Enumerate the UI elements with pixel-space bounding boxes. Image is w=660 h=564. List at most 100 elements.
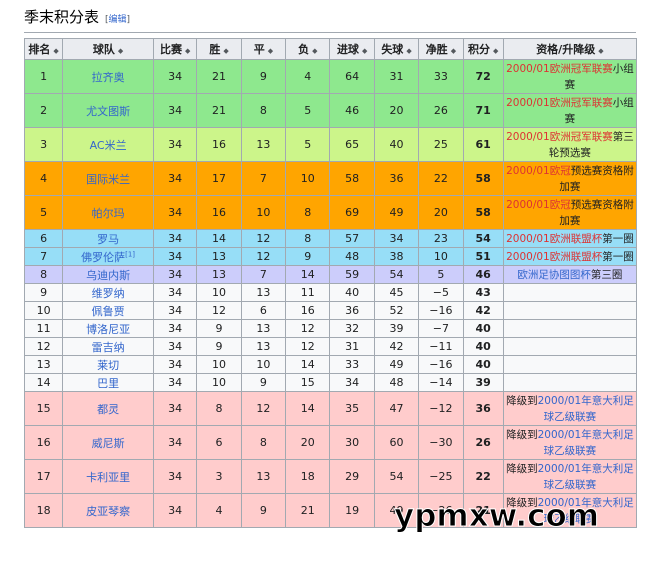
- points-cell: 58: [462, 195, 504, 230]
- team-cell: 佩鲁贾: [62, 301, 154, 320]
- played-cell: 34: [152, 319, 198, 338]
- sort-icon[interactable]: ◆: [268, 47, 273, 55]
- team-link[interactable]: 威尼斯: [92, 437, 125, 450]
- column-header-qualification[interactable]: 资格/升降级 ◆: [502, 38, 638, 60]
- team-link[interactable]: 雷吉纳: [92, 341, 125, 354]
- footnote-link[interactable]: [1]: [125, 250, 135, 258]
- played-cell: 34: [152, 161, 198, 196]
- competition-link[interactable]: 2000/01年意大利足球乙级联赛: [538, 395, 634, 423]
- played-cell: 34: [152, 195, 198, 230]
- table-row: 11 博洛尼亚 34 9 13 12 32 39 −7 40: [23, 319, 638, 338]
- points-cell: 61: [462, 127, 504, 162]
- standings-table: 排名 ◆ 球队 ◆ 比赛 ◆ 胜 ◆ 平 ◆ 负 ◆ 进球 ◆ 失球 ◆ 净胜 ◆ 积分 ◆ 资格/…: [23, 38, 638, 528]
- team-link[interactable]: 国际米兰: [86, 173, 130, 186]
- table-row: 13 莱切 34 10 10 14 33 49 −16 40: [23, 355, 638, 374]
- won-cell: 16: [196, 127, 242, 162]
- goals-for-cell: 31: [329, 337, 375, 356]
- goals-for-cell: 40: [329, 283, 375, 302]
- won-cell: 6: [196, 425, 242, 460]
- rank-cell: 11: [23, 319, 64, 338]
- team-link[interactable]: 博洛尼亚: [86, 323, 130, 336]
- goals-for-cell: 64: [329, 59, 375, 94]
- team-link[interactable]: 维罗纳: [92, 287, 125, 300]
- qualification-prefix: 降级到: [506, 394, 538, 407]
- goal-difference-cell: −5: [418, 283, 464, 302]
- team-link[interactable]: 佩鲁贾: [92, 305, 125, 318]
- won-cell: 13: [196, 247, 242, 266]
- sort-icon[interactable]: ◆: [185, 47, 190, 55]
- team-link[interactable]: AC米兰: [90, 139, 127, 152]
- team-cell: 佛罗伦萨[1]: [62, 247, 154, 266]
- goals-for-cell: 19: [329, 493, 375, 528]
- section-title: 季末积分表: [24, 8, 100, 26]
- goals-against-cell: 54: [373, 265, 420, 284]
- column-header-drawn[interactable]: 平 ◆: [240, 38, 287, 60]
- team-link[interactable]: 皮亚琴察: [86, 505, 130, 518]
- team-link[interactable]: 罗马: [97, 233, 119, 246]
- goals-for-cell: 29: [329, 459, 375, 494]
- goals-for-cell: 59: [329, 265, 375, 284]
- sort-icon[interactable]: ◆: [451, 47, 456, 55]
- team-link[interactable]: 尤文图斯: [86, 105, 130, 118]
- table-body: 1 拉齐奥 34 21 9 4 64 31 33 72 2000/01欧洲冠军联赛小组赛 2 尤文图斯 3…: [23, 59, 638, 528]
- sort-icon[interactable]: ◆: [118, 47, 123, 55]
- goals-against-cell: 52: [373, 301, 420, 320]
- played-cell: 34: [152, 93, 198, 128]
- column-header-goals-for[interactable]: 进球 ◆: [329, 38, 375, 60]
- competition-link[interactable]: 2000/01欧洲冠军联赛: [506, 97, 613, 109]
- goals-for-cell: 69: [329, 195, 375, 230]
- team-cell: 卡利亚里: [62, 459, 154, 494]
- sort-icon[interactable]: ◆: [362, 47, 367, 55]
- drawn-cell: 10: [240, 355, 287, 374]
- competition-link[interactable]: 2000/01年意大利足球乙级联赛: [538, 463, 634, 491]
- column-header-played[interactable]: 比赛 ◆: [152, 38, 198, 60]
- competition-link[interactable]: 2000/01年意大利足球乙级联赛: [538, 497, 634, 525]
- edit-link[interactable]: 编辑: [109, 15, 127, 25]
- sort-icon[interactable]: ◆: [53, 47, 58, 55]
- team-link[interactable]: 莱切: [97, 359, 119, 372]
- competition-link[interactable]: 2000/01欧洲冠军联赛: [506, 131, 613, 143]
- column-header-rank[interactable]: 排名 ◆: [23, 38, 64, 60]
- column-header-won[interactable]: 胜 ◆: [196, 38, 242, 60]
- sort-icon[interactable]: ◆: [598, 47, 603, 55]
- competition-link[interactable]: 2000/01欧冠: [506, 165, 571, 177]
- rank-cell: 12: [23, 337, 64, 356]
- team-link[interactable]: 佛罗伦萨: [81, 251, 125, 264]
- sort-icon[interactable]: ◆: [493, 47, 498, 55]
- competition-link[interactable]: 2000/01欧冠: [506, 199, 571, 211]
- team-link[interactable]: 卡利亚里: [86, 471, 130, 484]
- table-row: 4 国际米兰 34 17 7 10 58 36 22 58 2000/01欧冠预选赛资格附加赛: [23, 161, 638, 196]
- drawn-cell: 13: [240, 459, 287, 494]
- qualification-cell: 2000/01欧洲冠军联赛第三轮预选赛: [502, 127, 638, 162]
- column-header-goal-difference[interactable]: 净胜 ◆: [418, 38, 464, 60]
- team-link[interactable]: 乌迪内斯: [86, 269, 130, 282]
- competition-link[interactable]: 2000/01欧洲联盟杯: [506, 251, 602, 263]
- competition-link[interactable]: 2000/01欧洲联盟杯: [506, 233, 602, 245]
- team-link[interactable]: 拉齐奥: [92, 71, 125, 84]
- column-header-goals-against[interactable]: 失球 ◆: [373, 38, 420, 60]
- competition-link[interactable]: 2000/01欧洲冠军联赛: [506, 63, 613, 75]
- goals-for-cell: 58: [329, 161, 375, 196]
- competition-link[interactable]: 欧洲足协图图杯: [517, 269, 591, 281]
- table-row: 1 拉齐奥 34 21 9 4 64 31 33 72 2000/01欧洲冠军联赛小组赛: [23, 59, 638, 94]
- drawn-cell: 13: [240, 283, 287, 302]
- sort-icon[interactable]: ◆: [312, 47, 317, 55]
- column-header-points[interactable]: 积分 ◆: [462, 38, 504, 60]
- column-header-lost[interactable]: 负 ◆: [285, 38, 331, 60]
- team-link[interactable]: 都灵: [97, 403, 119, 416]
- sort-icon[interactable]: ◆: [223, 47, 228, 55]
- team-link[interactable]: 帕尔玛: [92, 207, 125, 220]
- competition-link[interactable]: 2000/01年意大利足球乙级联赛: [538, 429, 634, 457]
- goals-against-cell: 36: [373, 161, 420, 196]
- sort-icon[interactable]: ◆: [406, 47, 411, 55]
- team-cell: 帕尔玛: [62, 195, 154, 230]
- column-header-team[interactable]: 球队 ◆: [62, 38, 154, 60]
- table-row: 5 帕尔玛 34 16 10 8 69 49 20 58 2000/01欧冠预选赛资格附加赛: [23, 195, 638, 230]
- rank-cell: 10: [23, 301, 64, 320]
- goals-against-cell: 38: [373, 247, 420, 266]
- won-cell: 9: [196, 319, 242, 338]
- qualification-cell: [502, 373, 638, 392]
- team-link[interactable]: 巴里: [97, 377, 119, 390]
- played-cell: 34: [152, 355, 198, 374]
- qualification-cell: 降级到2000/01年意大利足球乙级联赛: [502, 493, 638, 528]
